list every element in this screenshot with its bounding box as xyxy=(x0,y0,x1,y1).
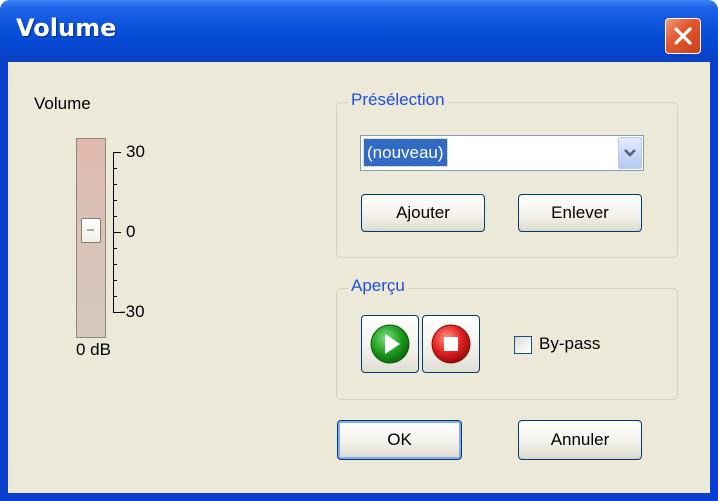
stop-icon xyxy=(431,324,471,364)
preview-legend: Aperçu xyxy=(348,276,408,296)
stop-button[interactable] xyxy=(422,315,480,373)
preset-dropdown-button[interactable] xyxy=(618,137,642,169)
close-button[interactable] xyxy=(665,18,701,54)
remove-preset-button[interactable]: Enlever xyxy=(518,194,642,232)
volume-value-readout: 0 dB xyxy=(76,340,111,359)
preset-legend: Présélection xyxy=(348,90,448,110)
close-icon xyxy=(674,27,692,45)
bypass-checkbox[interactable] xyxy=(514,336,532,354)
title-bar: Volume xyxy=(0,0,718,62)
play-button[interactable] xyxy=(361,315,419,373)
ok-button[interactable]: OK xyxy=(337,420,462,460)
cancel-button[interactable]: Annuler xyxy=(518,420,642,460)
scale-label-bottom: -30 xyxy=(120,302,145,321)
volume-dialog: Volume Volume 30 0 -30 0 dB Présélection… xyxy=(0,0,718,501)
preset-group xyxy=(336,102,678,258)
volume-slider-thumb[interactable] xyxy=(81,218,101,243)
add-preset-button[interactable]: Ajouter xyxy=(361,194,485,232)
volume-label: Volume xyxy=(34,94,91,113)
scale-label-mid: 0 xyxy=(126,222,136,241)
chevron-down-icon xyxy=(624,149,636,157)
preset-select[interactable]: (nouveau) xyxy=(360,135,644,171)
window-title: Volume xyxy=(16,14,117,42)
dialog-body: Volume 30 0 -30 0 dB Présélection (nouve… xyxy=(8,62,710,493)
thumb-grip xyxy=(87,229,94,231)
bypass-label[interactable]: By-pass xyxy=(539,334,600,354)
scale-label-top: 30 xyxy=(126,142,145,161)
play-icon xyxy=(370,324,410,364)
preset-selected-value: (nouveau) xyxy=(363,138,448,167)
